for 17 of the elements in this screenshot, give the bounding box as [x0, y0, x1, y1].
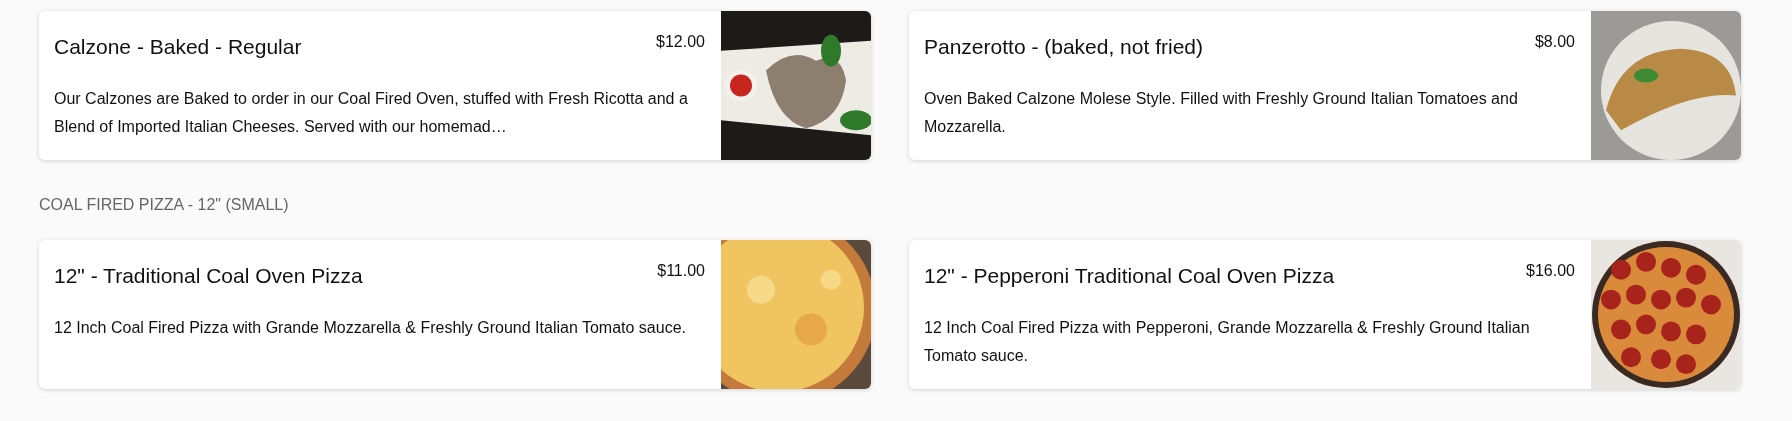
item-price: $8.00 — [1534, 33, 1575, 51]
item-name: 12" - Pepperoni Traditional Coal Oven Pizza — [924, 264, 1335, 288]
item-description: 12 Inch Coal Fired Pizza with Pepperoni, Grande Mozzarella & Freshly Ground Italian Tomato sauce. — [924, 318, 1531, 366]
menu-item-card[interactable]: Calzone - Baked - Regular $12.00 Our Calzones are Baked to order in our Coal Fired Oven, stuffed with Fresh Ricotta and a Blend of Imported Italian Cheeses. Served with our homemad… — [39, 11, 871, 160]
item-price: $12.00 — [656, 33, 705, 51]
item-name: 12" - Traditional Coal Oven Pizza — [54, 264, 363, 288]
menu-item-card[interactable]: 12" - Traditional Coal Oven Pizza $11.00 12 Inch Coal Fired Pizza with Grande Mozzarella & Freshly Ground Italian Tomato sauce. — [39, 240, 871, 389]
section-heading: COAL FIRED PIZZA - 12" (SMALL) — [39, 196, 290, 214]
item-description: 12 Inch Coal Fired Pizza with Grande Mozzarella & Freshly Ground Italian Tomato sauce. — [54, 318, 687, 338]
item-description: Oven Baked Calzone Molese Style. Filled with Freshly Ground Italian Tomatoes and Mozzarella. — [924, 89, 1519, 137]
item-name: Calzone - Baked - Regular — [54, 35, 302, 59]
item-price: $16.00 — [1526, 262, 1575, 280]
item-price: $11.00 — [657, 262, 705, 280]
menu-item-card[interactable]: 12" - Pepperoni Traditional Coal Oven Pizza $16.00 12 Inch Coal Fired Pizza with Pepperoni, Grande Mozzarella & Freshly Ground Italian Tomato sauce. — [909, 240, 1741, 389]
item-name: Panzerotto - (baked, not fried) — [924, 35, 1203, 59]
item-description: Our Calzones are Baked to order in our Coal Fired Oven, stuffed with Fresh Ricotta and a Blend of Imported Italian Cheeses. Served with our homemad… — [54, 89, 689, 137]
menu-item-card[interactable]: Panzerotto - (baked, not fried) $8.00 Oven Baked Calzone Molese Style. Filled with Freshly Ground Italian Tomatoes and Mozzarella. — [909, 11, 1741, 160]
